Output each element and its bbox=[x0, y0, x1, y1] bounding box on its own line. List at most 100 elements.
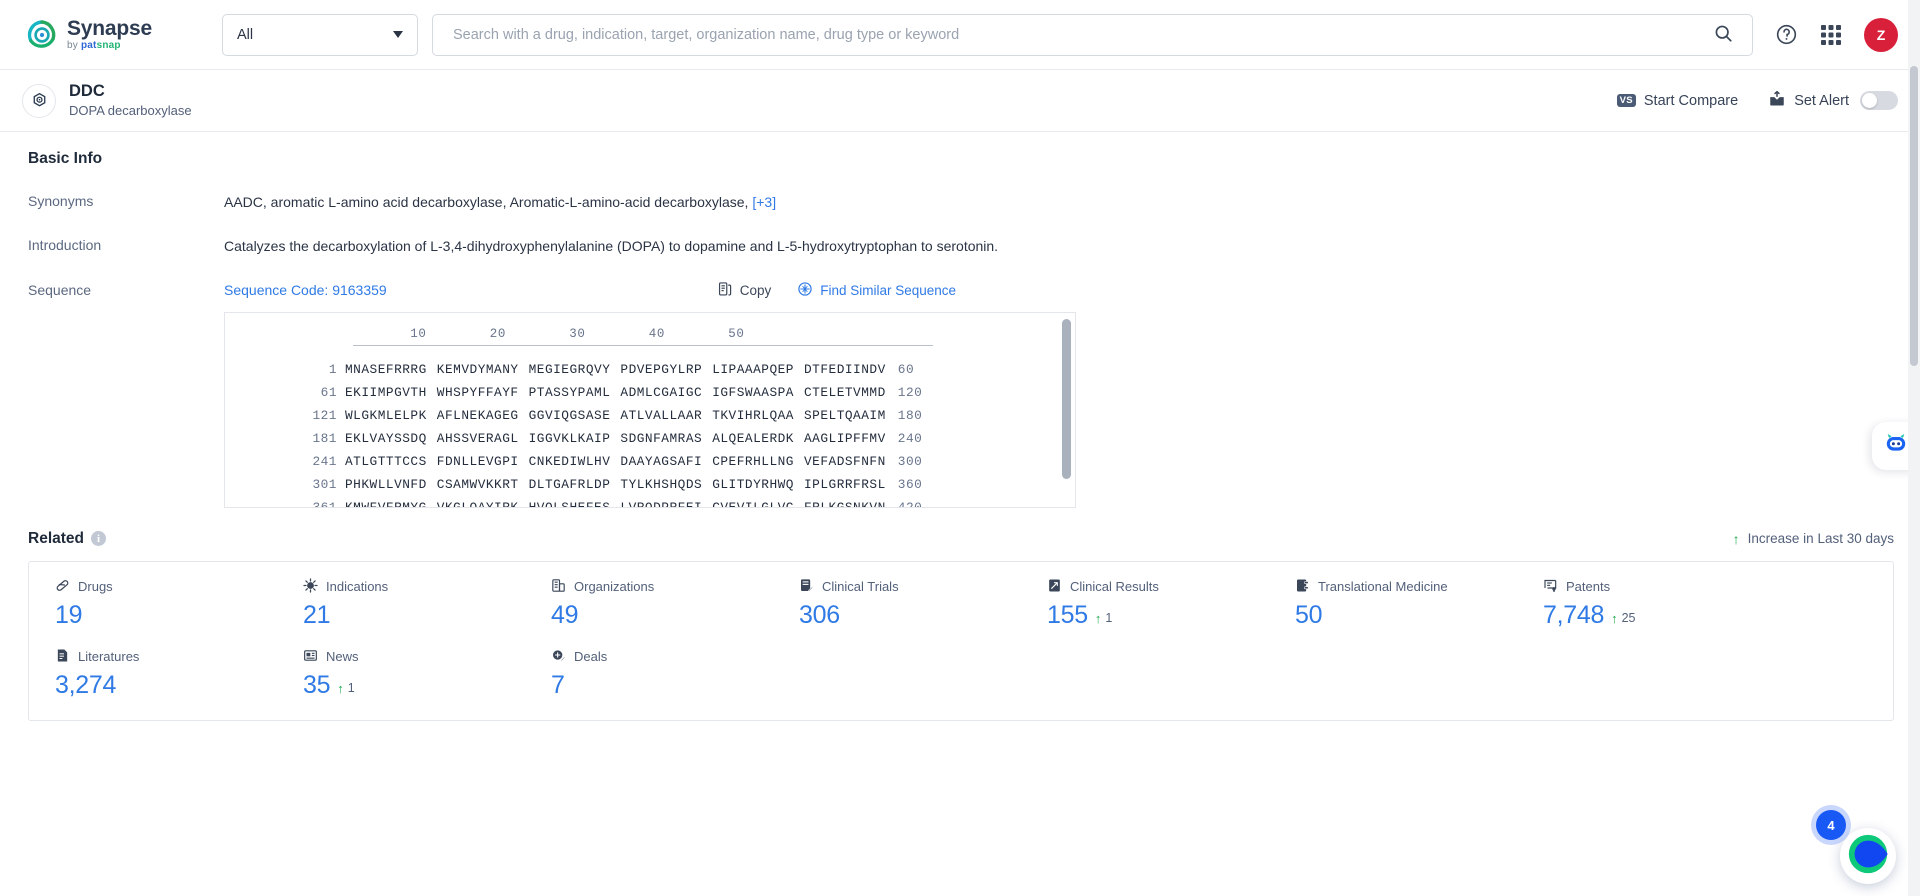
assistant-notification-badge[interactable]: 4 bbox=[1816, 810, 1846, 840]
sequence-viewer[interactable]: 10 20 30 40 50 1 MNASEFRRRG KEMVDYMANY M… bbox=[224, 311, 1076, 508]
brand-tagline: by patsnap bbox=[67, 40, 121, 51]
stat-value-row: 3,274 bbox=[55, 671, 277, 700]
ruler-tick: 20 bbox=[489, 326, 506, 341]
stat-value-row: 50 bbox=[1295, 601, 1517, 630]
sequence-row: 181 EKLVAYSSDQ AHSSVERAGL IGGVKLKAIP SDG… bbox=[225, 427, 1075, 450]
stat-indications[interactable]: Indications 21 bbox=[277, 577, 525, 630]
sequence-chunk: CPEFRHLLNG bbox=[712, 453, 794, 469]
stat-label: Indications bbox=[326, 579, 389, 595]
up-arrow-icon: ↑ bbox=[337, 680, 344, 696]
user-avatar[interactable]: Z bbox=[1864, 17, 1898, 52]
synonyms-value: AADC, aromatic L-amino acid decarboxylas… bbox=[224, 192, 776, 212]
stat-value-row: 155 ↑ 1 bbox=[1047, 601, 1269, 630]
find-similar-label: Find Similar Sequence bbox=[820, 282, 957, 298]
sequence-end: 300 bbox=[897, 453, 923, 469]
top-navigation-bar: Synapse by patsnap All Search with a dru… bbox=[0, 0, 1920, 70]
up-arrow-icon: ↑ bbox=[1611, 610, 1618, 626]
stat-value: 35 bbox=[303, 670, 331, 699]
synonyms-more-link[interactable]: [+3] bbox=[752, 194, 776, 210]
stat-translational-medicine[interactable]: Translational Medicine 50 bbox=[1269, 578, 1517, 630]
sequence-end: 120 bbox=[897, 384, 923, 400]
introduction-label: Introduction bbox=[28, 237, 102, 254]
synapse-orb-icon bbox=[1845, 831, 1891, 882]
stat-delta: ↑ 1 bbox=[1095, 611, 1112, 625]
copy-label: Copy bbox=[739, 282, 772, 298]
stat-value-row: 7 bbox=[551, 671, 773, 700]
search-input[interactable] bbox=[451, 25, 1711, 44]
introduction-row: Introduction Catalyzes the decarboxylati… bbox=[28, 236, 1894, 256]
synapse-assistant-fab[interactable] bbox=[1840, 828, 1896, 884]
search-button[interactable] bbox=[1711, 23, 1736, 47]
sequence-chunk: WLGKMLELPK bbox=[345, 407, 427, 423]
stat-drugs[interactable]: Drugs 19 bbox=[29, 578, 277, 630]
patent-certificate-icon bbox=[1543, 578, 1558, 596]
page-scrollbar-thumb[interactable] bbox=[1910, 66, 1918, 366]
sequence-chunk: LIPAAAPQEP bbox=[712, 361, 794, 377]
sequence-chunk: CVEVILGLVC bbox=[712, 499, 794, 508]
stat-label: Organizations bbox=[574, 579, 655, 595]
stat-label: Deals bbox=[574, 649, 608, 665]
sequence-end: 180 bbox=[897, 407, 923, 423]
stat-label-row: Patents bbox=[1543, 578, 1765, 596]
set-alert-toggle[interactable] bbox=[1860, 91, 1898, 110]
global-search-box[interactable] bbox=[432, 13, 1753, 56]
top-bar-actions: Z bbox=[1775, 17, 1898, 52]
stat-value-row: 21 bbox=[303, 601, 525, 630]
sequence-start: 361 bbox=[312, 499, 337, 508]
sequence-label: Sequence bbox=[28, 281, 92, 298]
stat-news[interactable]: News 35 ↑ 1 bbox=[277, 648, 525, 700]
search-scope-select[interactable]: All bbox=[222, 13, 418, 56]
stat-value-row: 19 bbox=[55, 601, 277, 630]
stat-label: Literatures bbox=[78, 649, 140, 665]
sequence-chunk: ALQEALERDK bbox=[712, 430, 794, 446]
stat-label-row: Organizations bbox=[551, 578, 773, 596]
sequence-header: Sequence Code: 9163359 Copy Find Similar… bbox=[224, 281, 1076, 300]
copy-sequence-button[interactable]: Copy bbox=[717, 281, 772, 300]
newspaper-icon bbox=[303, 648, 318, 666]
sequence-chunk: KEMVDYMANY bbox=[436, 361, 519, 377]
stat-literatures[interactable]: Literatures 3,274 bbox=[29, 648, 277, 700]
related-header: Related i ↑ Increase in Last 30 days bbox=[28, 530, 1894, 548]
sequence-chunk: SDGNFAMRAS bbox=[620, 430, 703, 446]
stat-value: 7,748 bbox=[1543, 600, 1605, 629]
sequence-chunk: CSAMWVKKRT bbox=[436, 476, 519, 492]
page-scrollbar[interactable] bbox=[1908, 0, 1920, 896]
entity-subheader: DDC DOPA decarboxylase VS Start Compare … bbox=[0, 70, 1920, 132]
search-scope-value: All bbox=[237, 26, 254, 43]
sequence-chunk: ATLVALLAAR bbox=[620, 407, 703, 423]
sequence-rows: 1 MNASEFRRRG KEMVDYMANY MEGIEGRQVY PDVEP… bbox=[225, 358, 1075, 508]
sequence-start: 241 bbox=[312, 453, 337, 469]
set-alert-control[interactable]: Set Alert bbox=[1768, 90, 1898, 112]
start-compare-button[interactable]: VS Start Compare bbox=[1616, 93, 1738, 109]
ruler-tick: 40 bbox=[648, 326, 665, 341]
sequence-tools: Copy Find Similar Sequence bbox=[717, 281, 956, 300]
stat-value: 49 bbox=[551, 600, 579, 629]
stat-label: Clinical Trials bbox=[822, 579, 899, 595]
related-heading: Related bbox=[28, 529, 84, 547]
stat-value-row: 35 ↑ 1 bbox=[303, 671, 525, 700]
chatbot-assistant-icon bbox=[1882, 430, 1910, 463]
stat-clinical-trials[interactable]: Clinical Trials 306 bbox=[773, 578, 1021, 630]
sequence-chunk: DLTGAFRLDP bbox=[528, 476, 611, 492]
sequence-row: 301 PHKWLLVNFD CSAMWVKKRT DLTGAFRLDP TYL… bbox=[225, 473, 1075, 496]
stat-patents[interactable]: Patents 7,748 ↑ 25 bbox=[1517, 578, 1765, 630]
stat-deals[interactable]: Deals 7 bbox=[525, 648, 773, 700]
synapse-logo[interactable]: Synapse by patsnap bbox=[26, 18, 198, 51]
apps-grid-icon[interactable] bbox=[1820, 24, 1842, 46]
find-similar-sequence-button[interactable]: Find Similar Sequence bbox=[797, 281, 956, 300]
sequence-chunk: AHSSVERAGL bbox=[436, 430, 519, 446]
pill-icon bbox=[55, 578, 70, 596]
sequence-chunk: CNKEDIWLHV bbox=[528, 453, 611, 469]
help-icon[interactable] bbox=[1775, 23, 1798, 46]
sequence-code-link[interactable]: Sequence Code: 9163359 bbox=[224, 282, 387, 298]
sequence-chunk: LVRQDPRFEI bbox=[620, 499, 703, 508]
info-icon[interactable]: i bbox=[91, 531, 106, 547]
stat-delta-value: 25 bbox=[1621, 611, 1636, 626]
stat-organizations[interactable]: Organizations 49 bbox=[525, 578, 773, 630]
set-alert-label: Set Alert bbox=[1794, 92, 1849, 109]
sequence-scrollbar[interactable] bbox=[1062, 318, 1071, 479]
stat-label-row: Clinical Results bbox=[1047, 578, 1269, 596]
target-icon bbox=[22, 83, 56, 118]
stat-clinical-results[interactable]: Clinical Results 155 ↑ 1 bbox=[1021, 578, 1269, 630]
sequence-chunk: AAGLIPFFMV bbox=[803, 430, 886, 446]
